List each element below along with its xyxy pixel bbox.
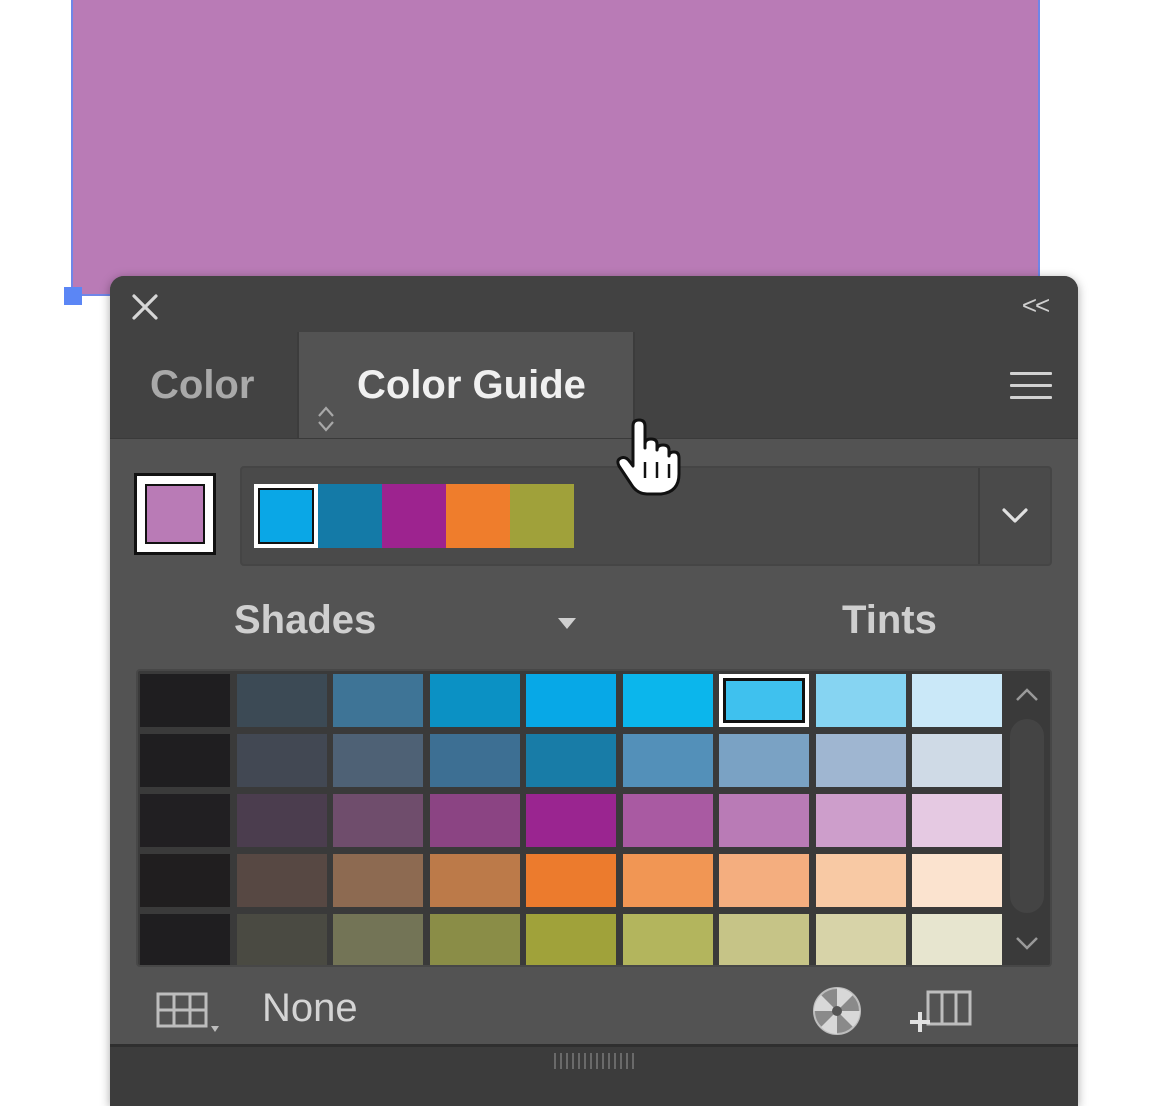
color-variation-swatch[interactable]	[526, 674, 616, 727]
grid-rows	[140, 674, 1009, 965]
color-variation-swatch[interactable]	[333, 914, 423, 965]
close-icon[interactable]	[130, 292, 160, 322]
color-variation-swatch[interactable]	[140, 674, 230, 727]
variation-dropdown-arrow-icon[interactable]	[552, 612, 582, 634]
color-variation-swatch[interactable]	[526, 914, 616, 965]
panel-titlebar: <<	[110, 276, 1078, 332]
base-color-swatch[interactable]	[134, 473, 216, 555]
harmony-swatch[interactable]	[382, 484, 446, 548]
color-variation-swatch[interactable]	[622, 674, 713, 727]
color-variation-swatch[interactable]	[429, 734, 520, 787]
harmony-swatch[interactable]	[254, 484, 318, 548]
panel-tabs: Color Color Guide	[110, 332, 1078, 439]
variation-options: Shades Tints	[110, 576, 1078, 666]
color-variation-swatch[interactable]	[622, 854, 713, 907]
color-variation-swatch[interactable]	[526, 794, 616, 847]
color-variation-swatch[interactable]	[815, 914, 906, 965]
color-variation-swatch[interactable]	[719, 794, 809, 847]
shades-label: Shades	[234, 598, 377, 642]
resize-grip[interactable]	[554, 1053, 634, 1069]
color-variation-swatch[interactable]	[236, 914, 327, 965]
color-variation-swatch[interactable]	[912, 914, 1002, 965]
color-variation-swatch[interactable]	[429, 674, 520, 727]
color-variation-swatch[interactable]	[333, 854, 423, 907]
color-variation-swatch[interactable]	[622, 914, 713, 965]
color-variation-swatch[interactable]	[815, 674, 906, 727]
chevron-down-icon	[1002, 508, 1028, 523]
tab-color-guide[interactable]: Color Guide	[297, 332, 635, 438]
color-variation-swatch[interactable]	[719, 914, 809, 965]
grid-row	[140, 914, 1009, 965]
color-variation-swatch[interactable]	[815, 734, 906, 787]
color-variation-swatch[interactable]	[140, 854, 230, 907]
grid-view-icon[interactable]	[156, 990, 230, 1036]
color-variation-swatch[interactable]	[526, 854, 616, 907]
save-color-group-icon[interactable]	[906, 988, 976, 1034]
grid-row	[140, 854, 1009, 907]
grid-row	[140, 674, 1009, 727]
color-guide-panel: << Color Color Guide Shades Tints None	[110, 276, 1078, 1106]
color-variation-swatch[interactable]	[333, 734, 423, 787]
color-variations-grid	[136, 669, 1052, 967]
selected-rectangle[interactable]	[71, 0, 1040, 296]
color-variation-swatch[interactable]	[333, 674, 423, 727]
color-variation-swatch[interactable]	[236, 734, 327, 787]
scroll-up-icon[interactable]	[1012, 683, 1042, 707]
color-variation-swatch[interactable]	[429, 914, 520, 965]
tab-color-guide-label: Color Guide	[357, 363, 586, 407]
harmony-swatch[interactable]	[510, 484, 574, 548]
panel-bottom-edge	[110, 1044, 1078, 1106]
color-variation-swatch[interactable]	[719, 854, 809, 907]
color-variation-swatch[interactable]	[333, 794, 423, 847]
color-variation-swatch[interactable]	[912, 854, 1002, 907]
grid-row	[140, 794, 1009, 847]
harmony-swatch[interactable]	[318, 484, 382, 548]
harmony-swatch[interactable]	[446, 484, 510, 548]
color-variation-swatch[interactable]	[912, 734, 1002, 787]
color-variation-swatch[interactable]	[719, 734, 809, 787]
grid-row	[140, 734, 1009, 787]
color-variation-swatch[interactable]	[526, 734, 616, 787]
chevron-up-down-icon	[315, 370, 337, 432]
color-variation-swatch[interactable]	[236, 854, 327, 907]
color-variation-swatch[interactable]	[140, 794, 230, 847]
scroll-down-icon[interactable]	[1012, 931, 1042, 955]
harmony-rules-dropdown[interactable]	[978, 468, 1050, 564]
color-variation-swatch[interactable]	[140, 734, 230, 787]
color-variation-swatch[interactable]	[815, 794, 906, 847]
color-variation-swatch[interactable]	[429, 854, 520, 907]
color-variation-swatch[interactable]	[140, 914, 230, 965]
color-variation-swatch[interactable]	[236, 794, 327, 847]
tab-color[interactable]: Color	[150, 332, 254, 438]
base-color-fill	[145, 484, 205, 544]
panel-footer: None	[110, 978, 1078, 1048]
color-variation-swatch[interactable]	[622, 734, 713, 787]
scroll-thumb[interactable]	[1010, 719, 1044, 913]
harmony-swatches	[254, 484, 574, 548]
color-variation-swatch[interactable]	[429, 794, 520, 847]
selection-handle[interactable]	[64, 287, 82, 305]
color-variation-swatch[interactable]	[236, 674, 327, 727]
color-variation-swatch[interactable]	[719, 674, 809, 727]
grid-scrollbar[interactable]	[1004, 671, 1050, 965]
color-variation-swatch[interactable]	[815, 854, 906, 907]
color-variation-swatch[interactable]	[912, 794, 1002, 847]
tints-label: Tints	[842, 598, 937, 642]
color-variation-swatch[interactable]	[912, 674, 1002, 727]
color-variation-swatch[interactable]	[622, 794, 713, 847]
color-wheel-icon[interactable]	[810, 984, 864, 1038]
harmony-rules-bar	[240, 466, 1052, 566]
footer-limit-value: None	[262, 986, 358, 1030]
collapse-panel-button[interactable]: <<	[1018, 290, 1052, 320]
hamburger-menu-icon[interactable]	[1010, 372, 1052, 402]
